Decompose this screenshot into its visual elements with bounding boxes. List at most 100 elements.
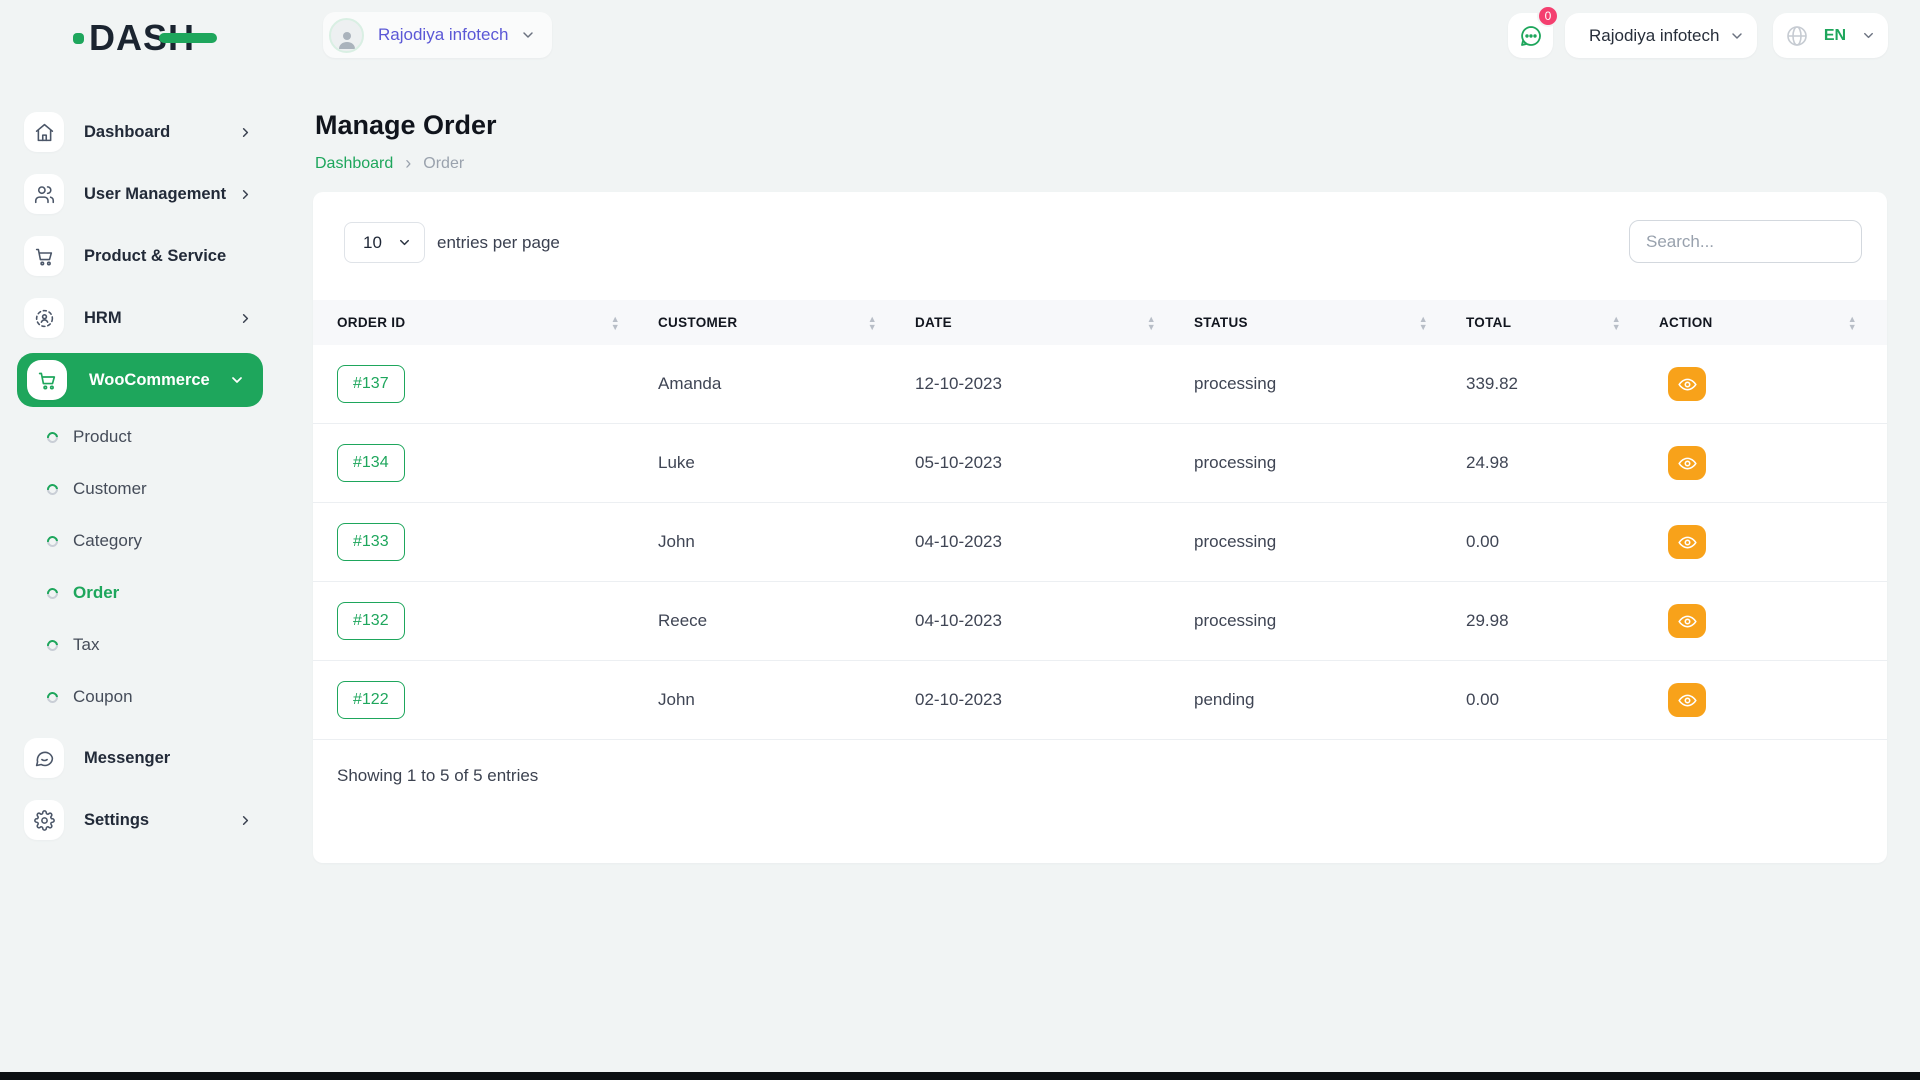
- sidebar-item-hrm[interactable]: HRM: [0, 287, 283, 349]
- workspace-switcher[interactable]: Rajodiya infotech: [323, 12, 552, 58]
- chevron-down-icon: [1861, 28, 1876, 43]
- sort-icon[interactable]: ▲▼: [868, 315, 877, 331]
- gear-icon: [24, 800, 64, 840]
- sidebar-subitem-label: Customer: [73, 479, 147, 499]
- column-header-date[interactable]: DATE▲▼: [891, 315, 1170, 331]
- logo-dot-icon: [73, 33, 84, 44]
- sort-icon[interactable]: ▲▼: [1612, 315, 1621, 331]
- search-input[interactable]: [1629, 220, 1862, 263]
- view-order-button[interactable]: [1668, 446, 1706, 480]
- total-cell: 339.82: [1442, 374, 1635, 394]
- table-row: #134 Luke 05-10-2023 processing 24.98: [313, 424, 1887, 503]
- messages-button[interactable]: 0: [1508, 13, 1553, 58]
- cart-icon: [27, 360, 67, 400]
- view-order-button[interactable]: [1668, 683, 1706, 717]
- customer-cell: Reece: [634, 611, 891, 631]
- order-id-badge[interactable]: #122: [337, 681, 405, 719]
- entries-per-page-label: entries per page: [437, 233, 560, 253]
- sidebar-item-label: Dashboard: [84, 123, 170, 142]
- status-cell: processing: [1170, 453, 1442, 473]
- column-header-action[interactable]: ACTION▲▼: [1635, 315, 1887, 331]
- order-id-badge[interactable]: #133: [337, 523, 405, 561]
- sidebar-item-woocommerce[interactable]: WooCommerce: [17, 353, 263, 407]
- table-row: #133 John 04-10-2023 processing 0.00: [313, 503, 1887, 582]
- topbar: DASH Rajodiya infotech 0 Rajodiya infote…: [0, 0, 1920, 72]
- eye-icon: [1678, 691, 1697, 710]
- column-header-total[interactable]: TOTAL▲▼: [1442, 315, 1635, 331]
- page-size-select[interactable]: 10: [344, 222, 425, 263]
- sort-icon[interactable]: ▲▼: [1419, 315, 1428, 331]
- customer-cell: John: [634, 532, 891, 552]
- sidebar-item-messenger[interactable]: Messenger: [0, 727, 283, 789]
- main-content: Manage Order Dashboard › Order 10 entrie…: [283, 72, 1920, 1080]
- breadcrumb-current: Order: [423, 155, 464, 173]
- table-header: ORDER ID▲▼ CUSTOMER▲▼ DATE▲▼ STATUS▲▼ TO…: [313, 300, 1887, 345]
- date-cell: 04-10-2023: [891, 532, 1170, 552]
- total-cell: 0.00: [1442, 690, 1635, 710]
- eye-icon: [1678, 612, 1697, 631]
- sidebar-item-label: Product & Service: [84, 247, 226, 266]
- company-switcher[interactable]: Rajodiya infotech: [1565, 13, 1757, 58]
- sidebar-subitem-tax[interactable]: Tax: [0, 619, 283, 671]
- sidebar-subitem-order[interactable]: Order: [0, 567, 283, 619]
- cart-icon: [24, 236, 64, 276]
- hrm-scan-icon: [24, 298, 64, 338]
- table-row: #132 Reece 04-10-2023 processing 29.98: [313, 582, 1887, 661]
- chevron-down-icon: [397, 235, 412, 250]
- company-name: Rajodiya infotech: [1589, 26, 1719, 46]
- status-cell: pending: [1170, 690, 1442, 710]
- customer-cell: Amanda: [634, 374, 891, 394]
- sidebar-item-woocommerce-wrap: WooCommerce: [0, 349, 283, 411]
- orders-card: 10 entries per page ORDER ID▲▼ CUSTOMER▲…: [313, 192, 1887, 863]
- sidebar-subitem-coupon[interactable]: Coupon: [0, 671, 283, 723]
- sidebar-item-product-service[interactable]: Product & Service: [0, 225, 283, 287]
- total-cell: 24.98: [1442, 453, 1635, 473]
- sidebar-subitem-product[interactable]: Product: [0, 411, 283, 463]
- order-id-badge[interactable]: #134: [337, 444, 405, 482]
- language-selector[interactable]: EN: [1773, 13, 1888, 58]
- sort-icon[interactable]: ▲▼: [1147, 315, 1156, 331]
- sidebar-subitem-category[interactable]: Category: [0, 515, 283, 567]
- sidebar-item-user-management[interactable]: User Management: [0, 163, 283, 225]
- view-order-button[interactable]: [1668, 604, 1706, 638]
- eye-icon: [1678, 375, 1697, 394]
- sidebar-item-settings[interactable]: Settings: [0, 789, 283, 851]
- sidebar: Dashboard User Management Product & Serv…: [0, 72, 283, 1072]
- sidebar-item-dashboard[interactable]: Dashboard: [0, 101, 283, 163]
- page-title: Manage Order: [315, 110, 497, 141]
- status-cell: processing: [1170, 532, 1442, 552]
- sidebar-subitem-label: Coupon: [73, 687, 133, 707]
- sidebar-item-label: Messenger: [84, 749, 170, 768]
- date-cell: 04-10-2023: [891, 611, 1170, 631]
- customer-cell: Luke: [634, 453, 891, 473]
- order-id-badge[interactable]: #132: [337, 602, 405, 640]
- sort-icon[interactable]: ▲▼: [1848, 315, 1857, 331]
- logo-dash-icon: [159, 33, 217, 43]
- sidebar-subitem-customer[interactable]: Customer: [0, 463, 283, 515]
- column-header-status[interactable]: STATUS▲▼: [1170, 315, 1442, 331]
- view-order-button[interactable]: [1668, 367, 1706, 401]
- column-header-customer[interactable]: CUSTOMER▲▼: [634, 315, 891, 331]
- sidebar-item-label: User Management: [84, 185, 226, 204]
- table-row: #137 Amanda 12-10-2023 processing 339.82: [313, 345, 1887, 424]
- workspace-avatar: [329, 18, 364, 53]
- total-cell: 0.00: [1442, 532, 1635, 552]
- date-cell: 02-10-2023: [891, 690, 1170, 710]
- table-controls: 10 entries per page: [313, 192, 1887, 300]
- total-cell: 29.98: [1442, 611, 1635, 631]
- bullet-icon: [45, 689, 60, 704]
- view-order-button[interactable]: [1668, 525, 1706, 559]
- table-row: #122 John 02-10-2023 pending 0.00: [313, 661, 1887, 740]
- chevron-right-icon: [238, 813, 253, 828]
- sidebar-subitem-label: Tax: [73, 635, 99, 655]
- sort-icon[interactable]: ▲▼: [611, 315, 620, 331]
- chevron-right-icon: [238, 311, 253, 326]
- person-icon: [335, 27, 359, 51]
- order-id-badge[interactable]: #137: [337, 365, 405, 403]
- chevron-down-icon: [229, 372, 245, 388]
- chevron-right-icon: [238, 187, 253, 202]
- breadcrumb-dashboard-link[interactable]: Dashboard: [315, 155, 393, 173]
- column-header-order-id[interactable]: ORDER ID▲▼: [313, 315, 634, 331]
- sidebar-item-label: WooCommerce: [89, 371, 210, 390]
- messages-count-badge: 0: [1537, 5, 1559, 27]
